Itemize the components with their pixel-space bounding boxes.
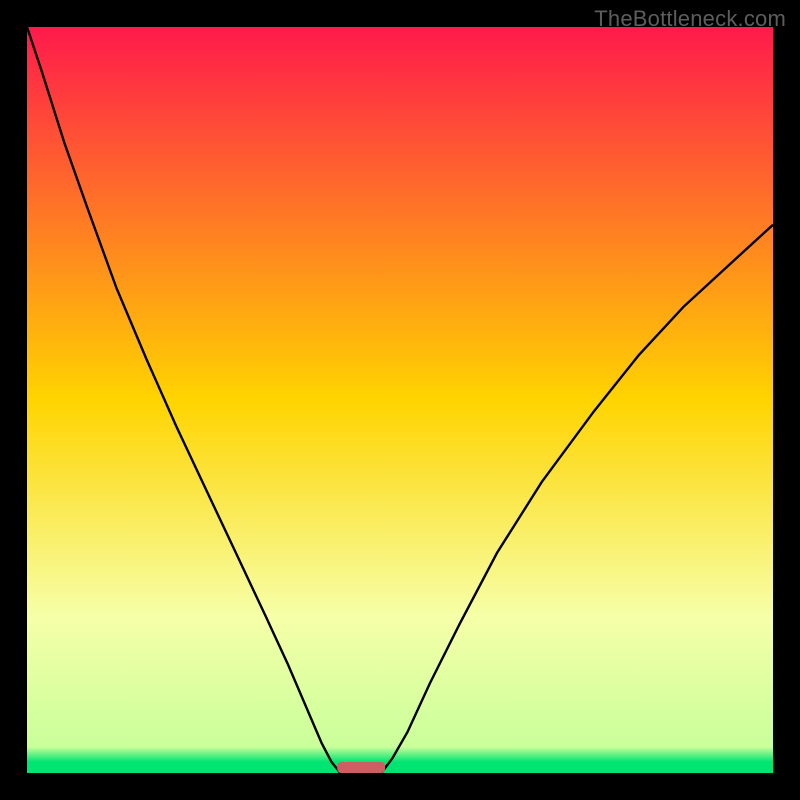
optimal-range-bar (337, 762, 385, 773)
outer-frame: TheBottleneck.com (0, 0, 800, 800)
watermark-text: TheBottleneck.com (594, 6, 786, 32)
gradient-background (27, 27, 773, 773)
bottleneck-chart (27, 27, 773, 773)
